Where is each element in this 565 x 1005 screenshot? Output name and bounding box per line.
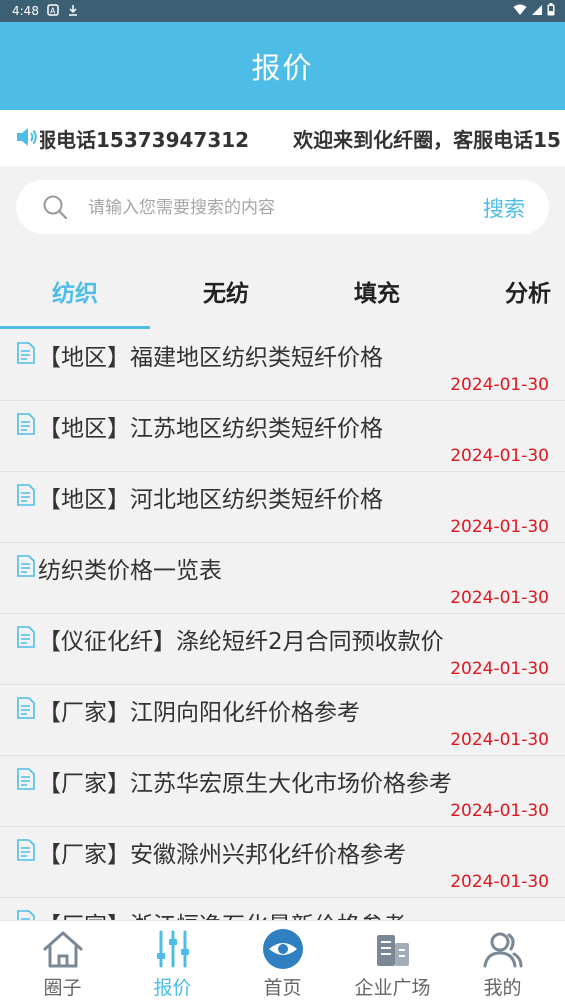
search-bar: 搜索 bbox=[16, 180, 549, 234]
list-item[interactable]: 【仪征化纤】涤纶短纤2月合同预收款价 2024-01-30 bbox=[0, 614, 565, 685]
document-icon bbox=[16, 342, 36, 368]
nav-label: 报价 bbox=[153, 977, 192, 999]
nav-label: 首页 bbox=[263, 977, 302, 999]
eye-icon bbox=[261, 927, 305, 971]
tab-nonwoven[interactable]: 无纺 bbox=[203, 274, 249, 308]
marquee-text: 服电话15373947312 欢迎来到化纤圈，客服电话15 bbox=[36, 124, 565, 153]
category-tabs: 纺织 无纺 填充 分析 bbox=[0, 250, 565, 330]
list-item-title: 【仪征化纤】涤纶短纤2月合同预收款价 bbox=[38, 629, 444, 655]
nav-item-circle[interactable]: 圈子 bbox=[6, 921, 119, 1005]
document-icon bbox=[16, 768, 36, 794]
list-item-title: 【地区】福建地区纺织类短纤价格 bbox=[38, 345, 383, 371]
list-item-date: 2024-01-30 bbox=[450, 730, 549, 750]
bottom-nav: 圈子 报价 首页 企业广场 我的 bbox=[0, 920, 565, 1005]
list-item[interactable]: 【地区】福建地区纺织类短纤价格 2024-01-30 bbox=[0, 330, 565, 401]
list-item-title: 【地区】河北地区纺织类短纤价格 bbox=[38, 487, 383, 513]
status-time: 4:48 bbox=[12, 4, 39, 18]
list-item-date: 2024-01-30 bbox=[450, 588, 549, 608]
tab-analysis[interactable]: 分析 bbox=[505, 274, 551, 308]
document-icon bbox=[16, 910, 36, 920]
document-icon bbox=[16, 555, 36, 581]
list-item[interactable]: 【厂家】江苏华宏原生大化市场价格参考 2024-01-30 bbox=[0, 756, 565, 827]
nav-label: 我的 bbox=[483, 977, 522, 999]
notification-icon: A bbox=[47, 3, 59, 19]
list-item-title: 【地区】江苏地区纺织类短纤价格 bbox=[38, 416, 383, 442]
wifi-icon bbox=[513, 4, 527, 19]
home-icon bbox=[41, 927, 85, 971]
list-item-date: 2024-01-30 bbox=[450, 375, 549, 395]
nav-item-quote[interactable]: 报价 bbox=[116, 921, 229, 1005]
battery-icon bbox=[547, 3, 555, 19]
list-item-title: 【厂家】江阴向阳化纤价格参考 bbox=[38, 700, 360, 726]
search-input[interactable] bbox=[86, 194, 470, 222]
status-bar: 4:48 A bbox=[0, 0, 565, 22]
list-item[interactable]: 【厂家】安徽滁州兴邦化纤价格参考 2024-01-30 bbox=[0, 827, 565, 898]
list-item-title: 【厂家】浙江恒逸石化最新价格参考 bbox=[38, 906, 406, 920]
list-item-date: 2024-01-30 bbox=[450, 517, 549, 537]
nav-item-mine[interactable]: 我的 bbox=[446, 921, 559, 1005]
document-icon bbox=[16, 839, 36, 865]
document-icon bbox=[16, 626, 36, 652]
list-item-title: 【厂家】江苏华宏原生大化市场价格参考 bbox=[38, 771, 452, 797]
nav-item-home[interactable]: 首页 bbox=[226, 921, 339, 1005]
speaker-icon bbox=[14, 124, 40, 150]
active-tab-indicator bbox=[0, 326, 150, 329]
announcement-marquee[interactable]: 服电话15373947312 欢迎来到化纤圈，客服电话15 bbox=[0, 110, 565, 166]
list-item[interactable]: 【地区】江苏地区纺织类短纤价格 2024-01-30 bbox=[0, 401, 565, 472]
list-item[interactable]: 【厂家】浙江恒逸石化最新价格参考 bbox=[0, 898, 565, 920]
tab-filling[interactable]: 填充 bbox=[354, 274, 400, 308]
signal-icon bbox=[531, 4, 543, 19]
search-icon bbox=[42, 194, 68, 224]
nav-label: 圈子 bbox=[43, 977, 82, 999]
search-button[interactable]: 搜索 bbox=[483, 193, 525, 223]
sliders-icon bbox=[151, 927, 195, 971]
status-right bbox=[513, 3, 555, 19]
tab-textile[interactable]: 纺织 bbox=[52, 274, 98, 308]
list-item-date: 2024-01-30 bbox=[450, 446, 549, 466]
nav-label: 企业广场 bbox=[354, 977, 431, 999]
marquee-text-1: 服电话15373947312 bbox=[36, 128, 250, 152]
user-icon bbox=[481, 927, 525, 971]
document-icon bbox=[16, 413, 36, 439]
list-item[interactable]: 【地区】河北地区纺织类短纤价格 2024-01-30 bbox=[0, 472, 565, 543]
list-item-date: 2024-01-30 bbox=[450, 801, 549, 821]
marquee-text-2: 欢迎来到化纤圈，客服电话15 bbox=[293, 128, 561, 152]
document-icon bbox=[16, 484, 36, 510]
list-item-date: 2024-01-30 bbox=[450, 872, 549, 892]
price-list: 【地区】福建地区纺织类短纤价格 2024-01-30 【地区】江苏地区纺织类短纤… bbox=[0, 330, 565, 920]
document-icon bbox=[16, 697, 36, 723]
svg-text:A: A bbox=[50, 6, 56, 15]
building-icon bbox=[371, 927, 415, 971]
app-header: 报价 bbox=[0, 22, 565, 110]
list-item[interactable]: 【厂家】江阴向阳化纤价格参考 2024-01-30 bbox=[0, 685, 565, 756]
list-item-date: 2024-01-30 bbox=[450, 659, 549, 679]
download-icon bbox=[67, 4, 79, 19]
page-title: 报价 bbox=[251, 51, 314, 85]
list-item-title: 【厂家】安徽滁州兴邦化纤价格参考 bbox=[38, 842, 406, 868]
list-item-title: 纺织类价格一览表 bbox=[38, 558, 222, 584]
nav-item-enterprise[interactable]: 企业广场 bbox=[336, 921, 449, 1005]
list-item[interactable]: 纺织类价格一览表 2024-01-30 bbox=[0, 543, 565, 614]
